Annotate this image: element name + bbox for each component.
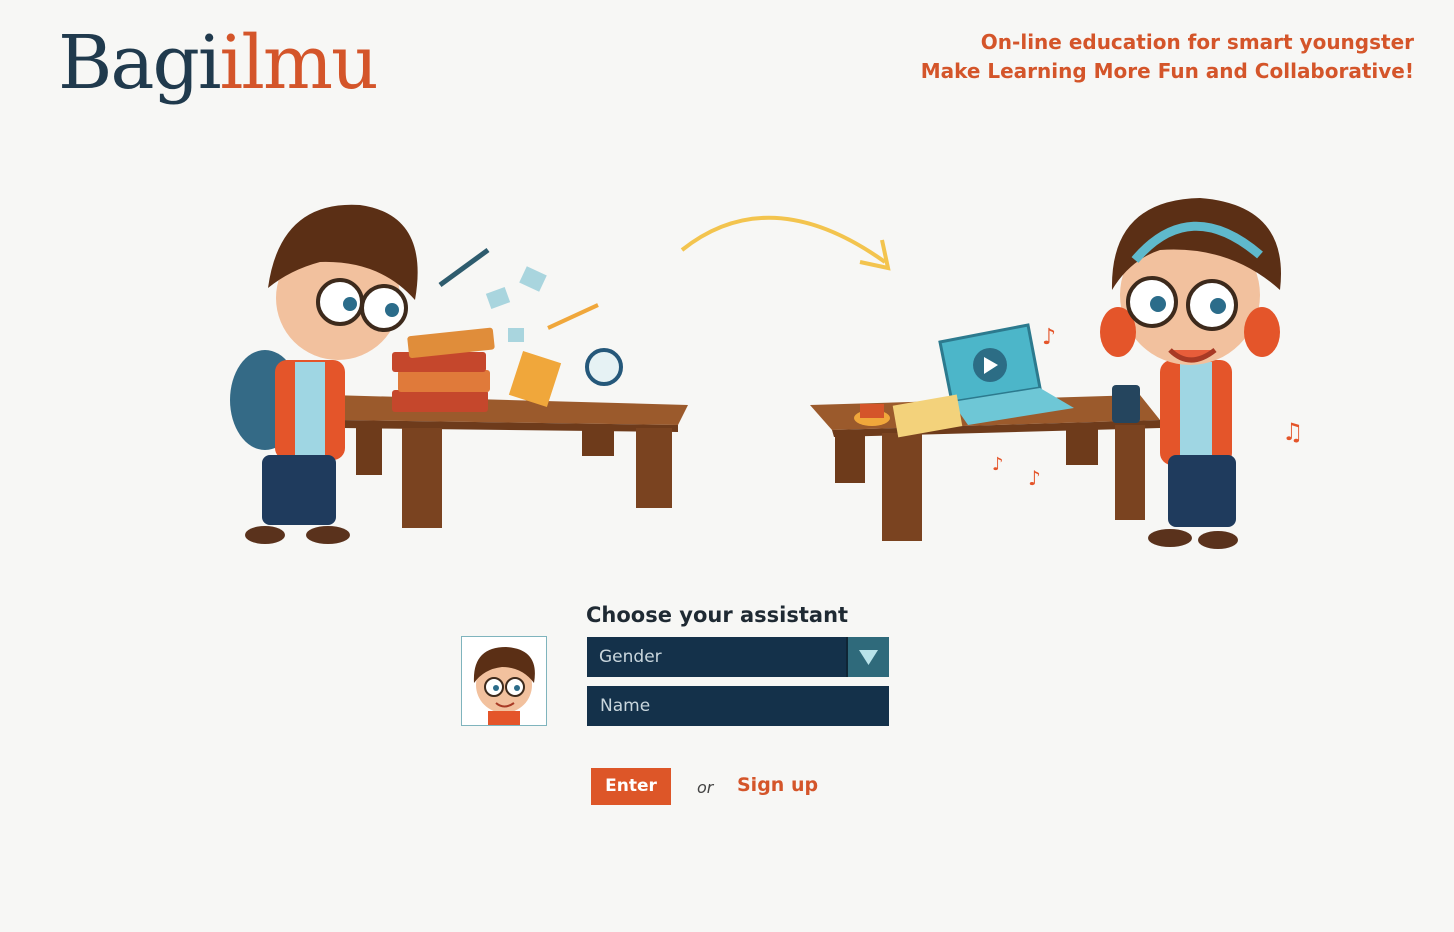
- svg-text:♫: ♫: [1282, 418, 1304, 446]
- svg-text:♪: ♪: [1028, 466, 1041, 490]
- boy-at-desk-with-books-icon: [230, 204, 688, 544]
- dropdown-button[interactable]: [846, 637, 889, 677]
- chevron-down-icon: [859, 650, 878, 665]
- boy-avatar-icon: [473, 647, 535, 725]
- choose-assistant-title: Choose your assistant: [586, 603, 849, 627]
- svg-text:♪: ♪: [1042, 325, 1056, 350]
- hero-illustration: ♪ ♫ ♪ ♪: [230, 198, 1304, 549]
- curved-arrow-icon: [680, 215, 891, 271]
- gender-select-value: Gender: [599, 647, 662, 667]
- gender-select[interactable]: Gender: [587, 637, 889, 677]
- assistant-avatar: [461, 636, 547, 726]
- name-input[interactable]: Name: [587, 686, 889, 726]
- enter-button[interactable]: Enter: [591, 768, 671, 805]
- or-separator: or: [697, 778, 714, 797]
- svg-text:♪: ♪: [992, 454, 1004, 475]
- sign-up-link[interactable]: Sign up: [737, 774, 818, 796]
